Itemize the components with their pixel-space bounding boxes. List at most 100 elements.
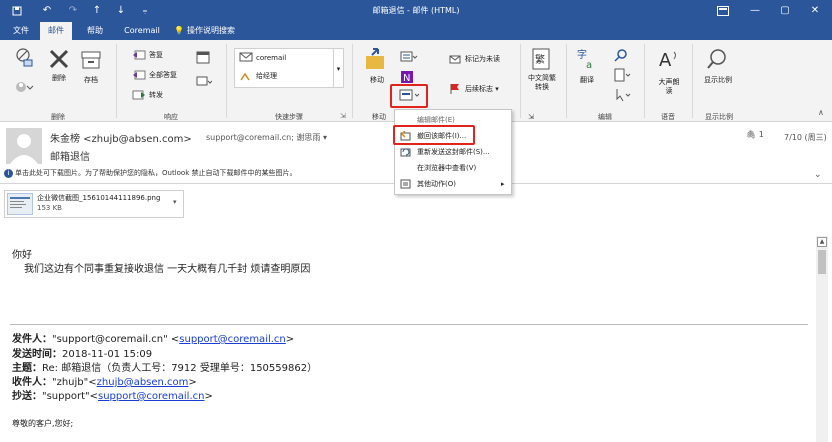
- message-date: 7/10 (周三): [784, 133, 827, 142]
- attachment-dropdown-icon[interactable]: ▾: [173, 198, 177, 206]
- closing-line: 尊敬的客户,您好;: [12, 419, 74, 428]
- translate-icon[interactable]: 字a: [576, 48, 598, 71]
- resend-icon: [400, 147, 411, 157]
- archive-icon[interactable]: [80, 50, 102, 72]
- related-icon[interactable]: [614, 68, 632, 82]
- other-actions-icon: [400, 179, 411, 189]
- more-respond-icon[interactable]: [196, 74, 213, 88]
- manager-icon: [239, 70, 253, 82]
- info-icon: i: [4, 169, 13, 178]
- move-icon[interactable]: [364, 46, 388, 72]
- scroll-up-icon[interactable]: ▲: [817, 237, 827, 247]
- menu-item-other-actions[interactable]: 其他动作(O) ▸: [395, 176, 511, 192]
- forward-button[interactable]: 转发: [132, 88, 163, 103]
- zoom-button[interactable]: 显示比例: [702, 76, 734, 85]
- find-icon[interactable]: [614, 48, 628, 62]
- group-separator: [352, 44, 353, 118]
- zoom-icon[interactable]: [706, 48, 728, 72]
- tab-message[interactable]: 邮件: [40, 22, 72, 40]
- customize-icon[interactable]: ⩦: [134, 0, 156, 22]
- message-body: 你好 我们这边有个同事重复接收退信 一天大概有几千封 烦请查明原因 发件人："s…: [0, 222, 832, 442]
- meeting-icon[interactable]: [196, 50, 212, 64]
- cc-line: 抄送："support"<support@coremail.cn>: [12, 391, 213, 402]
- cc-email-link[interactable]: support@coremail.cn: [98, 391, 205, 402]
- reply-button[interactable]: 答复: [132, 48, 163, 63]
- svg-text:a: a: [586, 60, 592, 70]
- mark-unread-icon: [448, 53, 462, 65]
- read-aloud-button[interactable]: 大声朗读: [656, 78, 682, 96]
- recipients[interactable]: support@coremail.cn; 谢思雨 ▾: [206, 132, 327, 143]
- group-separator: [226, 44, 227, 118]
- attachment-item[interactable]: 企业微信截图_15610144111896.png 153 KB ▾: [4, 190, 184, 218]
- dropdown-icon: ▾: [493, 85, 499, 93]
- avatar: [6, 128, 42, 164]
- sent-line: 发送时间：2018-11-01 15:09: [12, 349, 153, 360]
- onenote-icon[interactable]: N: [400, 70, 418, 84]
- quickstep-to-manager[interactable]: 给经理: [239, 69, 277, 84]
- quick-steps-scroll[interactable]: ▾: [334, 48, 344, 88]
- menu-item-resend[interactable]: 重新发送这封邮件(S)...: [395, 144, 511, 160]
- expand-header-icon[interactable]: ⌄: [814, 170, 822, 180]
- flag-icon: [448, 83, 462, 95]
- expand-recipients-icon[interactable]: ▾: [320, 133, 327, 142]
- respond-group-label: 响应: [164, 113, 178, 121]
- archive-button[interactable]: 存档: [82, 76, 100, 85]
- from-email-link[interactable]: support@coremail.cn: [179, 334, 286, 345]
- translate-button[interactable]: 翻译: [576, 76, 598, 85]
- image-thumbnail-icon: [7, 193, 33, 215]
- scroll-thumb[interactable]: [818, 250, 826, 274]
- undo-icon[interactable]: ↶: [36, 0, 58, 22]
- quick-steps-gallery: coremail 给经理: [234, 48, 334, 88]
- minimize-icon[interactable]: —: [740, 0, 770, 22]
- junk-icon[interactable]: [14, 80, 36, 100]
- delete-button[interactable]: 删除: [44, 74, 74, 83]
- sender[interactable]: 朱金榜 <zhujb@absen.com>: [50, 130, 192, 145]
- rules-icon[interactable]: [400, 50, 418, 64]
- collapse-ribbon-icon[interactable]: ∧: [818, 108, 824, 117]
- paperclip-icon: 🖇: [746, 130, 757, 139]
- tab-coremail[interactable]: Coremail: [120, 22, 164, 40]
- read-aloud-icon[interactable]: A: [658, 48, 680, 72]
- group-separator: [116, 44, 117, 118]
- tab-help[interactable]: 帮助: [80, 22, 110, 40]
- reply-all-button[interactable]: 全部答复: [132, 68, 177, 83]
- speech-group-label: 语音: [661, 113, 675, 121]
- dialog-launcher-icon[interactable]: ⇲: [340, 112, 346, 120]
- from-line: 发件人："support@coremail.cn" <support@corem…: [12, 334, 295, 345]
- group-separator: [692, 44, 693, 118]
- close-icon[interactable]: ✕: [800, 0, 830, 22]
- tags-dialog-launcher-icon[interactable]: ⇲: [510, 112, 534, 122]
- follow-up-button[interactable]: 后续标志 ▾: [448, 82, 499, 97]
- select-icon[interactable]: [614, 88, 632, 102]
- move-button[interactable]: 移动: [364, 76, 390, 85]
- redo-icon[interactable]: ↷: [62, 0, 84, 22]
- reply-icon: [132, 49, 146, 61]
- menu-item-view-in-browser[interactable]: 在浏览器中查看(V): [395, 160, 511, 176]
- convert-icon[interactable]: 繁: [532, 48, 550, 70]
- mark-unread-button[interactable]: 标记为未读: [448, 52, 500, 67]
- ribbon-tabs: 文件 邮件 帮助 Coremail 💡 操作说明搜索: [0, 22, 832, 40]
- zoom-group-label: 显示比例: [705, 113, 733, 121]
- maximize-icon[interactable]: ▢: [770, 0, 800, 22]
- save-icon[interactable]: [6, 0, 28, 22]
- down-icon[interactable]: ↓: [110, 0, 132, 22]
- lightbulb-icon: 💡: [174, 26, 184, 35]
- ribbon-display-icon[interactable]: [708, 0, 738, 22]
- convert-button[interactable]: 中文简繁转换: [526, 74, 558, 92]
- subject-line: 主题：Re: 邮箱退信（负责人工号：7912 受理单号：150559862）: [12, 363, 318, 374]
- submenu-arrow-icon: ▸: [501, 180, 505, 188]
- delete-icon[interactable]: [48, 48, 70, 70]
- scrollbar[interactable]: ▲: [816, 236, 828, 442]
- message-subject: 邮箱退信: [50, 152, 90, 163]
- quote-divider: [10, 324, 808, 325]
- delete-group-label: 删除: [51, 113, 65, 121]
- tab-tell-me[interactable]: 💡 操作说明搜索: [174, 22, 260, 40]
- quickstep-coremail[interactable]: coremail: [239, 51, 286, 66]
- edit-group-label: 编辑: [598, 113, 612, 121]
- tab-file[interactable]: 文件: [6, 22, 36, 40]
- up-icon[interactable]: ↑: [86, 0, 108, 22]
- group-separator: [644, 44, 645, 118]
- actions-highlight-box: [390, 84, 428, 108]
- body-line: 我们这边有个同事重复接收退信 一天大概有几千封 烦请查明原因: [24, 264, 311, 275]
- ignore-icon[interactable]: [14, 46, 36, 70]
